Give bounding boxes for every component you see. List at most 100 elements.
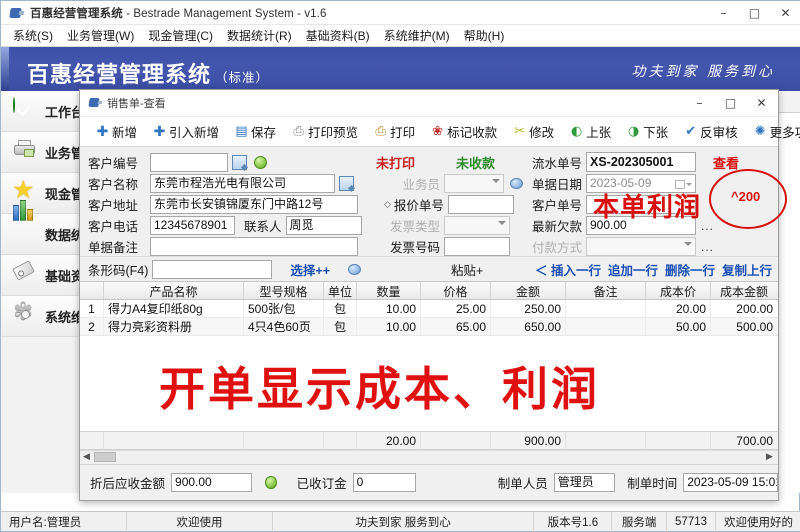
toolbar-button-print-preview[interactable]: ⎙ 打印预览 bbox=[284, 118, 366, 145]
customer-doc-no-input[interactable] bbox=[586, 195, 696, 214]
deposit-input[interactable]: 0 bbox=[352, 473, 416, 492]
status-bar: 用户名:管理员 欢迎使用 功夫到家 服务到心 版本号1.6 服务端 57713 … bbox=[1, 511, 800, 532]
cell-remark[interactable] bbox=[566, 300, 646, 317]
salesman-picker-icon[interactable] bbox=[510, 178, 523, 189]
barcode-input[interactable] bbox=[152, 259, 273, 279]
grid-col-unit[interactable]: 单位 bbox=[324, 282, 357, 300]
grid-horizontal-scrollbar[interactable]: ◀ ▶ bbox=[80, 450, 778, 463]
scroll-thumb[interactable] bbox=[94, 452, 116, 462]
cell-amount[interactable]: 650.00 bbox=[491, 318, 566, 335]
paste-link[interactable]: 粘贴+ bbox=[451, 260, 483, 279]
invoice-type-select[interactable] bbox=[444, 216, 510, 235]
toolbar-button-import-new[interactable]: ✚ 引入新增 bbox=[145, 118, 227, 145]
cell-price[interactable]: 25.00 bbox=[421, 300, 491, 317]
cell-cost-amount[interactable]: 500.00 bbox=[711, 318, 777, 335]
menu-item-business[interactable]: 业务管理(W) bbox=[60, 25, 141, 46]
select-link[interactable]: 选择++ bbox=[290, 260, 330, 279]
latest-debt-more-button[interactable]: ... bbox=[701, 219, 714, 233]
minimize-button[interactable]: – bbox=[708, 1, 739, 25]
cell-unit[interactable]: 包 bbox=[324, 300, 357, 317]
contact-input[interactable]: 周觅 bbox=[285, 216, 362, 235]
grid-col-spec[interactable]: 型号规格 bbox=[244, 282, 324, 300]
toolbar-button-edit[interactable]: ✂ 修改 bbox=[505, 118, 562, 145]
cell-spec[interactable]: 4只4色60页 bbox=[244, 318, 324, 335]
grid-col-cost-amount[interactable]: 成本金额 bbox=[711, 282, 777, 300]
cell-qty[interactable]: 10.00 bbox=[357, 318, 421, 335]
toolbar-button-unaudit[interactable]: ✔ 反审核 bbox=[676, 118, 746, 145]
field-pay-method: 付款方式 ... bbox=[530, 237, 714, 256]
scroll-left-arrow-icon[interactable]: ◀ bbox=[80, 452, 93, 462]
dialog-maximize-button[interactable]: □ bbox=[715, 91, 746, 115]
receivable-input[interactable]: 900.00 bbox=[171, 473, 253, 492]
grid-col-qty[interactable]: 数量 bbox=[357, 282, 421, 300]
cell-product-name[interactable]: 得力A4复印纸80g bbox=[104, 300, 244, 317]
menu-item-statistics[interactable]: 数据统计(R) bbox=[220, 25, 299, 46]
quote-no-input[interactable] bbox=[447, 195, 514, 214]
pay-method-more-button[interactable]: ... bbox=[701, 240, 714, 254]
latest-debt-input[interactable]: 900.00 bbox=[586, 216, 696, 235]
toolbar-button-more[interactable]: ✺更多功能 bbox=[746, 118, 800, 145]
customer-tel-input[interactable]: 12345678901 bbox=[150, 216, 235, 235]
cell-cost-price[interactable]: 50.00 bbox=[646, 318, 711, 335]
dialog-minimize-button[interactable]: – bbox=[684, 91, 715, 115]
table-row[interactable]: 1 得力A4复印纸80g 500张/包 包 10.00 25.00 250.00… bbox=[80, 300, 778, 318]
receivable-label: 折后应收金额 bbox=[90, 477, 166, 491]
cell-product-name[interactable]: 得力亮彩资料册 bbox=[104, 318, 244, 335]
menu-item-basic-data[interactable]: 基础资料(B) bbox=[299, 25, 377, 46]
grid-col-cost-price[interactable]: 成本价 bbox=[646, 282, 711, 300]
toolbar-button-new[interactable]: ✚ 新增 bbox=[88, 118, 145, 145]
menu-item-cash[interactable]: 现金管理(C) bbox=[141, 25, 220, 46]
maximize-button[interactable]: □ bbox=[739, 1, 770, 25]
cell-price[interactable]: 65.00 bbox=[421, 318, 491, 335]
menu-item-help[interactable]: 帮助(H) bbox=[457, 25, 512, 46]
cell-qty[interactable]: 10.00 bbox=[357, 300, 421, 317]
doc-remark-input[interactable] bbox=[150, 237, 358, 256]
menu-item-maintenance[interactable]: 系统维护(M) bbox=[377, 25, 457, 46]
pay-method-select[interactable] bbox=[586, 237, 696, 256]
toolbar-button-label: 保存 bbox=[251, 126, 277, 140]
toolbar-button-mark-payment[interactable]: ❀ 标记收款 bbox=[423, 118, 505, 145]
customer-address-input[interactable]: 东莞市长安镇锦厦东门中路12号 bbox=[150, 195, 358, 214]
toolbar-button-next[interactable]: ◑ 下张 bbox=[619, 118, 676, 145]
doc-date-label: 单据日期 bbox=[531, 178, 582, 192]
salesman-select[interactable] bbox=[444, 174, 504, 193]
cell-cost-price[interactable]: 20.00 bbox=[646, 300, 711, 317]
doc-date-input[interactable]: 2023-05-09 bbox=[586, 174, 696, 193]
grid-col-remark[interactable]: 备注 bbox=[566, 282, 646, 300]
make-time-input[interactable]: 2023-05-09 15:01:48 bbox=[683, 473, 779, 492]
cell-cost-amount[interactable]: 200.00 bbox=[711, 300, 777, 317]
close-button[interactable]: ✕ bbox=[770, 1, 800, 25]
total-amount: 900.00 bbox=[491, 432, 566, 450]
barcode-helper-icon[interactable] bbox=[348, 263, 362, 275]
copy-prev-row-link[interactable]: 复制上行 bbox=[722, 260, 772, 279]
dialog-close-button[interactable]: ✕ bbox=[746, 91, 777, 115]
grid-col-amount[interactable]: 金额 bbox=[491, 282, 566, 300]
grid-col-price[interactable]: 价格 bbox=[421, 282, 491, 300]
banner-subtitle: （标准） bbox=[215, 70, 270, 85]
invoice-no-input[interactable] bbox=[444, 237, 510, 256]
toolbar-button-print[interactable]: ⎙ 打印 bbox=[366, 118, 423, 145]
customer-no-search-icon[interactable] bbox=[232, 155, 247, 170]
table-row[interactable]: 2 得力亮彩资料册 4只4色60页 包 10.00 65.00 650.00 5… bbox=[80, 318, 778, 336]
customer-no-input[interactable] bbox=[150, 153, 228, 172]
cell-remark[interactable] bbox=[566, 318, 646, 335]
grid-col-product-name[interactable]: 产品名称 bbox=[104, 282, 244, 300]
menu-item-system[interactable]: 系统(S) bbox=[6, 25, 60, 46]
scroll-right-arrow-icon[interactable]: ▶ bbox=[763, 452, 776, 462]
maker-input[interactable]: 管理员 bbox=[553, 473, 616, 492]
toolbar-button-save[interactable]: ▤ 保存 bbox=[227, 118, 284, 145]
printer-icon bbox=[13, 139, 39, 165]
cell-unit[interactable]: 包 bbox=[324, 318, 357, 335]
cell-spec[interactable]: 500张/包 bbox=[244, 300, 324, 317]
insert-row-link[interactable]: ＜ 插入一行 bbox=[535, 260, 601, 279]
delete-row-link[interactable]: 删除一行 bbox=[665, 260, 715, 279]
append-row-link[interactable]: 追加一行 bbox=[608, 260, 658, 279]
customer-name-search-icon[interactable] bbox=[339, 176, 354, 191]
customer-name-input[interactable]: 东莞市程浩光电有限公司 bbox=[150, 174, 335, 193]
plus-icon: ✚ bbox=[96, 123, 109, 140]
toolbar-button-previous[interactable]: ◐ 上张 bbox=[562, 118, 619, 145]
app-plug-icon bbox=[8, 6, 24, 20]
grid-empty-area[interactable] bbox=[80, 336, 778, 431]
cell-amount[interactable]: 250.00 bbox=[491, 300, 566, 317]
serial-no-input[interactable]: XS-202305001 bbox=[586, 152, 696, 172]
